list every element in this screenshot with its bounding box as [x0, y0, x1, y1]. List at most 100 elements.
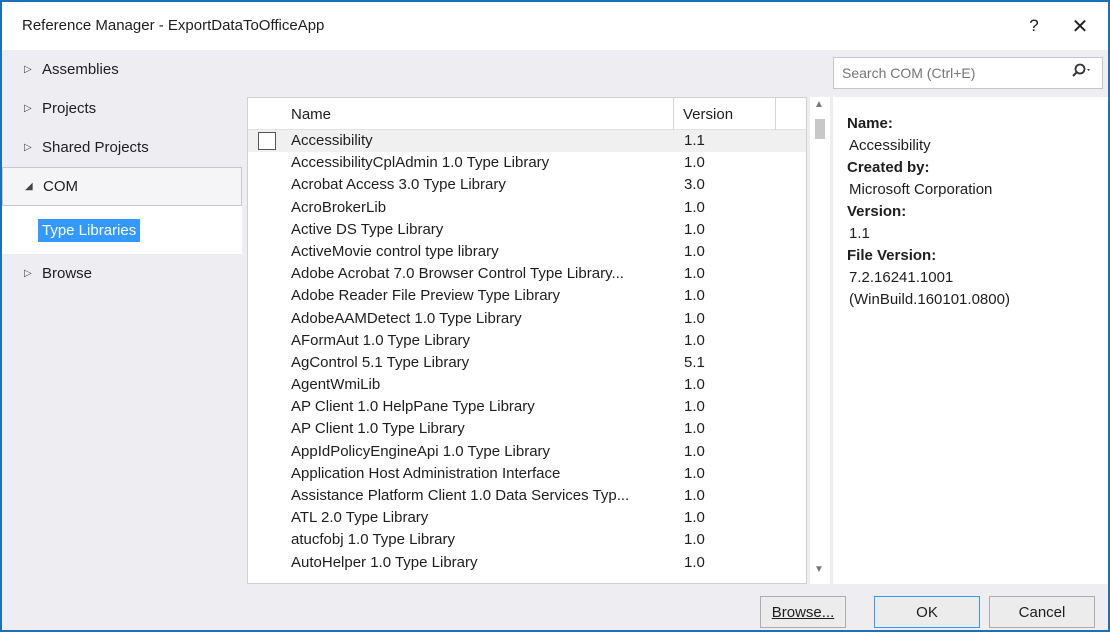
- list-scrollbar[interactable]: ▲ ▼: [810, 97, 830, 584]
- row-name: AgentWmiLib: [291, 376, 381, 394]
- scroll-down-icon[interactable]: ▼: [814, 564, 824, 575]
- row-name: Adobe Acrobat 7.0 Browser Control Type L…: [291, 265, 624, 283]
- row-version: 1.0: [684, 287, 705, 305]
- row-name: AutoHelper 1.0 Type Library: [291, 553, 478, 571]
- list-row[interactable]: Assistance Platform Client 1.0 Data Serv…: [248, 485, 806, 507]
- list-row[interactable]: AutoHelper 1.0 Type Library 1.0: [248, 552, 806, 574]
- scroll-up-icon[interactable]: ▲: [814, 99, 824, 110]
- nav-item-projects[interactable]: ▷ Projects: [2, 89, 242, 128]
- list-row[interactable]: Acrobat Access 3.0 Type Library 3.0: [248, 174, 806, 196]
- row-name: Assistance Platform Client 1.0 Data Serv…: [291, 487, 630, 504]
- search-box: [833, 57, 1103, 89]
- row-name: ATL 2.0 Type Library: [291, 509, 429, 527]
- row-version: 1.0: [684, 220, 705, 238]
- detail-version-label: Version:: [847, 203, 907, 220]
- list-row[interactable]: Adobe Acrobat 7.0 Browser Control Type L…: [248, 263, 806, 285]
- list-row[interactable]: AFormAut 1.0 Type Library 1.0: [248, 330, 806, 352]
- list-row[interactable]: AP Client 1.0 HelpPane Type Library 1.0: [248, 396, 806, 418]
- detail-version-value: 1.1: [849, 225, 870, 242]
- row-version: 1.0: [684, 398, 705, 416]
- row-version: 1.0: [684, 265, 705, 283]
- row-name: AccessibilityCplAdmin 1.0 Type Library: [291, 154, 550, 172]
- row-name: Accessibility: [291, 132, 373, 149]
- detail-name-label: Name:: [847, 115, 893, 132]
- detail-file-version-value: 7.2.16241.1001: [849, 269, 954, 286]
- details-panel: Name: Accessibility Created by: Microsof…: [833, 97, 1108, 584]
- row-version: 1.0: [684, 464, 705, 482]
- list-row[interactable]: AP Client 1.0 Type Library 1.0: [248, 418, 806, 440]
- column-divider[interactable]: [775, 98, 776, 130]
- list-row[interactable]: AccessibilityCplAdmin 1.0 Type Library 1.…: [248, 152, 806, 174]
- list-row[interactable]: AgentWmiLib 1.0: [248, 374, 806, 396]
- expand-arrow-icon: ▷: [24, 103, 32, 114]
- left-navigation: ▷ Assemblies ▷ Projects ▷ Shared Project…: [2, 50, 242, 293]
- expand-arrow-icon: ▷: [24, 268, 32, 279]
- nav-item-label: Projects: [42, 100, 97, 117]
- nav-item-com[interactable]: ◢ COM: [2, 167, 242, 206]
- row-version: 1.0: [684, 242, 705, 260]
- browse-button[interactable]: Browse...: [760, 596, 846, 628]
- list-row[interactable]: ATL 2.0 Type Library 1.0: [248, 507, 806, 529]
- nav-item-assemblies[interactable]: ▷ Assemblies: [2, 50, 242, 89]
- list-row[interactable]: AdobeAAMDetect 1.0 Type Library 1.0: [248, 308, 806, 330]
- row-name: Active DS Type Library: [291, 220, 444, 238]
- row-name: AP Client 1.0 Type Library: [291, 420, 465, 438]
- scroll-thumb[interactable]: [815, 119, 825, 139]
- list-row[interactable]: Adobe Reader File Preview Type Library 1.…: [248, 285, 806, 307]
- row-name: AgControl 5.1 Type Library: [291, 353, 470, 371]
- nav-item-shared-projects[interactable]: ▷ Shared Projects: [2, 128, 242, 167]
- row-version: 1.0: [684, 553, 705, 571]
- row-name: Application Host Administration Interfac…: [291, 464, 561, 482]
- nav-subitem-label: Type Libraries: [38, 218, 141, 242]
- column-header-version[interactable]: Version: [683, 106, 733, 123]
- column-header-name[interactable]: Name: [291, 106, 331, 123]
- list-row[interactable]: AcroBrokerLib 1.0: [248, 197, 806, 219]
- nav-subitem-type-libraries[interactable]: Type Libraries: [2, 206, 242, 254]
- window-title: Reference Manager - ExportDataToOfficeAp…: [22, 17, 325, 34]
- detail-created-value: Microsoft Corporation: [849, 181, 993, 198]
- detail-name-value: Accessibility: [849, 137, 931, 154]
- list-row[interactable]: AppIdPolicyEngineApi 1.0 Type Library 1.0: [248, 441, 806, 463]
- expand-arrow-icon: ▷: [24, 64, 32, 75]
- expand-arrow-icon: ▷: [24, 142, 32, 153]
- row-version: 1.0: [684, 531, 705, 549]
- row-version: 1.0: [684, 154, 705, 172]
- help-button[interactable]: ?: [1014, 8, 1054, 44]
- nav-item-browse[interactable]: ▷ Browse: [2, 254, 242, 293]
- row-name: AdobeAAMDetect 1.0 Type Library: [291, 309, 522, 327]
- row-version: 1.0: [684, 442, 705, 460]
- list-row[interactable]: Active DS Type Library 1.0: [248, 219, 806, 241]
- reference-manager-dialog: Reference Manager - ExportDataToOfficeAp…: [0, 0, 1110, 632]
- row-checkbox[interactable]: [258, 132, 276, 150]
- close-button[interactable]: ✕: [1060, 8, 1100, 44]
- row-version: 1.0: [684, 198, 705, 216]
- row-version: 3.0: [684, 176, 705, 194]
- row-name: AFormAut 1.0 Type Library: [291, 331, 470, 349]
- cancel-button[interactable]: Cancel: [989, 596, 1095, 628]
- row-version: 1.0: [684, 420, 705, 438]
- list-row[interactable]: atucfobj 1.0 Type Library 1.0: [248, 529, 806, 551]
- row-name: Acrobat Access 3.0 Type Library: [291, 176, 506, 194]
- nav-item-label: COM: [43, 178, 78, 195]
- list-row[interactable]: ActiveMovie control type library 1.0: [248, 241, 806, 263]
- row-version: 1.0: [684, 376, 705, 394]
- row-name: ActiveMovie control type library: [291, 242, 499, 260]
- column-divider[interactable]: [673, 98, 674, 130]
- dialog-footer: Browse... OK Cancel: [2, 584, 1108, 630]
- ok-button[interactable]: OK: [874, 596, 980, 628]
- row-version: 1.0: [684, 487, 705, 504]
- list-row[interactable]: Application Host Administration Interfac…: [248, 463, 806, 485]
- list-row[interactable]: AgControl 5.1 Type Library 5.1: [248, 352, 806, 374]
- list-rows: Accessibility 1.1 AccessibilityCplAdmin 1.…: [248, 130, 806, 574]
- search-icon[interactable]: [1062, 63, 1102, 83]
- list-row[interactable]: Accessibility 1.1: [248, 130, 806, 153]
- title-bar: Reference Manager - ExportDataToOfficeAp…: [2, 2, 1108, 50]
- row-version: 5.1: [684, 353, 705, 371]
- list-header: Name Version: [248, 98, 806, 130]
- detail-file-version-label: File Version:: [847, 247, 937, 264]
- row-name: AP Client 1.0 HelpPane Type Library: [291, 398, 535, 416]
- row-version: 1.0: [684, 331, 705, 349]
- search-input[interactable]: [834, 59, 1062, 87]
- row-version: 1.1: [684, 132, 705, 149]
- row-version: 1.0: [684, 309, 705, 327]
